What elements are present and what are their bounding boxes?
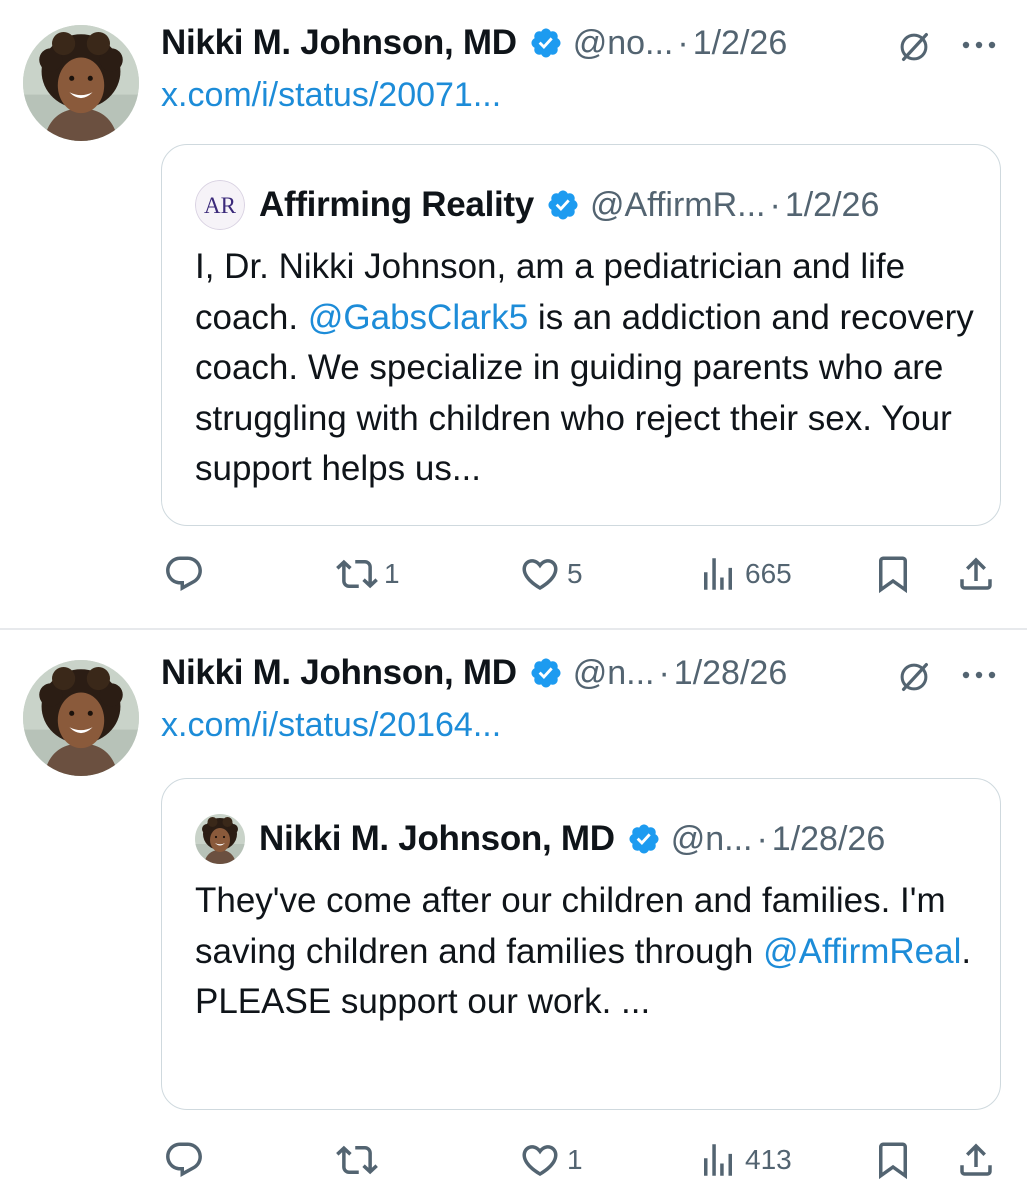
quoted-avatar[interactable] [195, 814, 245, 864]
views-icon [697, 553, 739, 595]
reply-button[interactable] [163, 553, 211, 595]
more-icon[interactable] [959, 668, 999, 682]
share-icon [955, 1139, 997, 1181]
bookmark-button[interactable] [872, 1139, 914, 1181]
repost-count: 1 [384, 558, 400, 589]
status-link[interactable]: x.com/i/status/20071... [161, 76, 501, 115]
action-bar: 1 5 665 [0, 543, 1027, 603]
reply-icon [163, 553, 205, 595]
separator-dot: · [658, 653, 670, 692]
verified-badge-icon [529, 656, 563, 690]
repost-button[interactable] [336, 1139, 384, 1181]
views-button[interactable]: 665 [697, 553, 792, 595]
profile-photo-icon [23, 660, 139, 776]
separator-dot: · [677, 23, 689, 62]
like-button[interactable]: 1 [519, 1139, 583, 1181]
quoted-tweet-date[interactable]: 1/28/26 [772, 820, 885, 859]
reply-button[interactable] [163, 1139, 211, 1181]
like-button[interactable]: 5 [519, 553, 583, 595]
share-button[interactable] [955, 553, 997, 595]
quoted-tweet-header: Nikki M. Johnson, MD @n... · 1/28/26 [195, 817, 885, 861]
author-name[interactable]: Nikki M. Johnson, MD [161, 23, 517, 63]
tweet-date[interactable]: 1/2/26 [693, 24, 788, 63]
quoted-author-name[interactable]: Affirming Reality [259, 185, 534, 225]
tweet[interactable]: Nikki M. Johnson, MD @no... · 1/2/26 x.c… [0, 0, 1027, 628]
quoted-tweet-text: I, Dr. Nikki Johnson, am a pediatrician … [195, 242, 985, 495]
author-handle[interactable]: @no... [573, 24, 674, 63]
mention-link[interactable]: @GabsClark5 [308, 298, 528, 337]
repost-icon [336, 1139, 378, 1181]
bookmark-icon [872, 553, 914, 595]
like-icon [519, 1139, 561, 1181]
quoted-author-name[interactable]: Nikki M. Johnson, MD [259, 819, 615, 859]
status-link[interactable]: x.com/i/status/20164... [161, 706, 501, 745]
quoted-tweet[interactable]: AR Affirming Reality @AffirmR... · 1/2/2… [161, 144, 1001, 526]
verified-badge-icon [627, 822, 661, 856]
avatar[interactable] [23, 660, 139, 776]
separator-dot: · [769, 185, 781, 224]
quoted-tweet[interactable]: Nikki M. Johnson, MD @n... · 1/28/26 The… [161, 778, 1001, 1110]
grok-icon[interactable] [895, 658, 933, 696]
quoted-avatar-letters: AR [204, 193, 237, 218]
like-count: 5 [567, 558, 583, 589]
verified-badge-icon [546, 188, 580, 222]
quoted-tweet-header: AR Affirming Reality @AffirmR... · 1/2/2… [195, 180, 880, 230]
quoted-author-handle[interactable]: @AffirmR... [590, 186, 766, 225]
bookmark-button[interactable] [872, 553, 914, 595]
views-count: 413 [745, 1144, 792, 1175]
views-button[interactable]: 413 [697, 1139, 792, 1181]
quoted-author-handle[interactable]: @n... [671, 820, 753, 859]
repost-button[interactable]: 1 [336, 553, 400, 595]
quoted-tweet-text: They've come after our children and fami… [195, 876, 985, 1028]
avatar[interactable] [23, 25, 139, 141]
views-count: 665 [745, 558, 792, 589]
views-icon [697, 1139, 739, 1181]
quoted-avatar[interactable]: AR [195, 180, 245, 230]
quoted-tweet-date[interactable]: 1/2/26 [785, 186, 880, 225]
more-icon[interactable] [959, 38, 999, 52]
action-bar: 1 413 [0, 1129, 1027, 1189]
reply-icon [163, 1139, 205, 1181]
tweet-header: Nikki M. Johnson, MD @no... · 1/2/26 [161, 20, 787, 66]
grok-icon[interactable] [895, 28, 933, 66]
repost-icon [336, 553, 378, 595]
separator-dot: · [756, 819, 768, 858]
tweet-date[interactable]: 1/28/26 [674, 654, 787, 693]
tweet[interactable]: Nikki M. Johnson, MD @n... · 1/28/26 x.c… [0, 630, 1027, 1200]
bookmark-icon [872, 1139, 914, 1181]
profile-photo-icon [23, 25, 139, 141]
tweet-header: Nikki M. Johnson, MD @n... · 1/28/26 [161, 650, 787, 696]
mention-link[interactable]: @AffirmReal [763, 932, 961, 971]
share-icon [955, 553, 997, 595]
like-icon [519, 553, 561, 595]
verified-badge-icon [529, 26, 563, 60]
author-name[interactable]: Nikki M. Johnson, MD [161, 653, 517, 693]
share-button[interactable] [955, 1139, 997, 1181]
like-count: 1 [567, 1144, 583, 1175]
author-handle[interactable]: @n... [573, 654, 655, 693]
